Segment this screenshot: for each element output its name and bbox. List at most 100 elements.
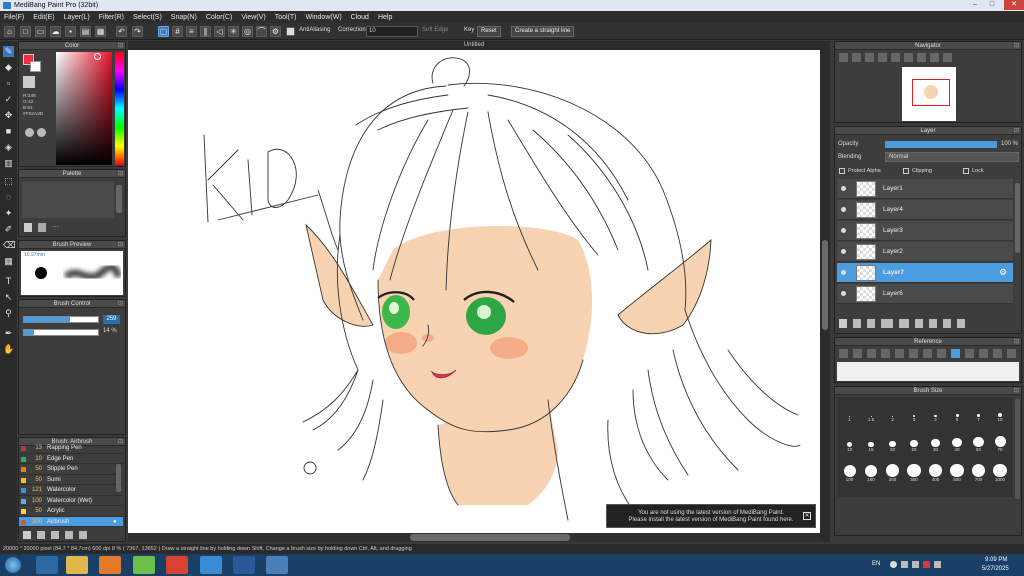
- brush-size-slider[interactable]: [23, 316, 99, 323]
- brush-size-option[interactable]: 20: [883, 433, 902, 452]
- brush-item[interactable]: 10 Edge Pen: [19, 454, 123, 464]
- brush-size-option[interactable]: 1.5: [862, 403, 881, 422]
- tray-icon[interactable]: [901, 561, 908, 568]
- clock-time[interactable]: 9:09 PM: [985, 557, 1007, 563]
- menu-edit[interactable]: Edit(E): [33, 14, 54, 21]
- stripe-icon[interactable]: ≡: [186, 26, 197, 37]
- layer-row-selected[interactable]: Layer7 ⚙: [837, 263, 1013, 283]
- eraser-tool-icon[interactable]: ◆: [3, 62, 14, 73]
- brush-size-option[interactable]: 30: [926, 433, 945, 452]
- menu-window[interactable]: Window(W): [305, 14, 341, 21]
- menu-color[interactable]: Color(C): [206, 14, 232, 21]
- reference-hand-icon[interactable]: [951, 349, 960, 358]
- media-taskbar-icon[interactable]: [99, 556, 121, 574]
- minimize-button[interactable]: –: [968, 0, 982, 10]
- select-tool-icon[interactable]: ✓: [3, 94, 14, 105]
- reference-close-all-icon[interactable]: [979, 349, 988, 358]
- operation-tool-icon[interactable]: ↖: [3, 292, 14, 303]
- brush-opacity-slider[interactable]: [23, 329, 99, 336]
- snap-perspective-icon[interactable]: ◁: [214, 26, 225, 37]
- color-mode-toggle-icon[interactable]: [37, 128, 46, 137]
- brush-size-option[interactable]: 2: [883, 403, 902, 422]
- update-notice[interactable]: You are not using the latest version of …: [606, 504, 816, 528]
- app-taskbar-icon[interactable]: [133, 556, 155, 574]
- brush-size-option[interactable]: 5: [948, 403, 967, 422]
- visibility-icon[interactable]: [841, 228, 846, 233]
- merge-down-icon[interactable]: [929, 319, 937, 328]
- cloud-icon[interactable]: ☁: [50, 26, 61, 37]
- brush-size-option[interactable]: 1000: [991, 463, 1010, 482]
- brush-item[interactable]: 50 Acrylic: [19, 506, 123, 517]
- menu-cloud[interactable]: Cloud: [351, 14, 369, 21]
- color-picker-cursor[interactable]: [94, 53, 101, 60]
- layer-copy-icon[interactable]: [943, 319, 951, 328]
- navigator-thumbnail[interactable]: [902, 67, 956, 121]
- palette-add-icon[interactable]: [24, 223, 32, 232]
- open-icon[interactable]: ▭: [35, 26, 46, 37]
- layer-row[interactable]: Layer4: [837, 200, 1013, 220]
- rotate-right-icon[interactable]: [904, 53, 913, 62]
- medibang-taskbar-icon[interactable]: [266, 556, 288, 574]
- actual-size-icon[interactable]: [878, 53, 887, 62]
- brush-size-option[interactable]: 700: [969, 463, 988, 482]
- brush-size-option[interactable]: 200: [883, 463, 902, 482]
- redo-icon[interactable]: ↷: [132, 26, 143, 37]
- duplicate-layer-icon[interactable]: [915, 319, 923, 328]
- drawing-canvas[interactable]: [128, 50, 820, 533]
- palette-more-icon[interactable]: ⋯: [52, 223, 59, 231]
- brush-delete-icon[interactable]: [79, 531, 87, 539]
- reference-zoom-icon[interactable]: [881, 349, 890, 358]
- vertical-scroll-thumb[interactable]: [822, 240, 828, 330]
- fill-rect-icon[interactable]: ■: [3, 126, 14, 137]
- new-folder-icon[interactable]: [899, 319, 909, 328]
- layer-list-scrollbar[interactable]: [1015, 183, 1020, 253]
- zoom-in-icon[interactable]: [839, 53, 848, 62]
- new-file-icon[interactable]: □: [20, 26, 31, 37]
- eyedropper-icon[interactable]: ⚲: [3, 308, 14, 319]
- lock-checkbox[interactable]: [963, 168, 969, 174]
- zalo-taskbar-icon[interactable]: [200, 556, 222, 574]
- rotate-left-icon[interactable]: [891, 53, 900, 62]
- navigator-settings-icon[interactable]: [943, 53, 952, 62]
- menu-help[interactable]: Help: [378, 14, 392, 21]
- reset-view-icon[interactable]: [930, 53, 939, 62]
- reference-image-icon[interactable]: [853, 349, 862, 358]
- tray-icon[interactable]: [923, 561, 930, 568]
- correction-select[interactable]: 10: [366, 26, 418, 37]
- brush-size-option[interactable]: 4: [926, 403, 945, 422]
- brush-list-scrollbar[interactable]: [116, 464, 121, 492]
- secondary-color-swatch[interactable]: [30, 61, 41, 72]
- menu-view[interactable]: View(V): [241, 14, 265, 21]
- canvas-tab[interactable]: Untitled: [128, 41, 820, 50]
- palette-delete-icon[interactable]: [38, 223, 46, 232]
- snap-circle-icon[interactable]: ◎: [242, 26, 253, 37]
- undo-icon[interactable]: ↶: [116, 26, 127, 37]
- brush-size-option[interactable]: 500: [948, 463, 967, 482]
- layer-opacity-slider[interactable]: [885, 141, 997, 148]
- layer-row[interactable]: Layer3: [837, 221, 1013, 241]
- brush-item[interactable]: 13 Rapping Pen: [19, 443, 123, 454]
- select-eraser-icon[interactable]: ⌫: [3, 240, 16, 251]
- reference-open-icon[interactable]: [839, 349, 848, 358]
- magic-wand-icon[interactable]: ✦: [3, 208, 14, 219]
- brush-size-scrollbar[interactable]: [1015, 399, 1020, 499]
- chrome-taskbar-icon[interactable]: [166, 556, 188, 574]
- save-icon[interactable]: ▪: [65, 26, 76, 37]
- gradient-tool-icon[interactable]: ▥: [3, 158, 14, 169]
- brush-size-option[interactable]: 100: [840, 463, 859, 482]
- word-taskbar-icon[interactable]: [233, 556, 255, 574]
- straight-line-button[interactable]: Create a straight line: [511, 26, 575, 37]
- bucket-tool-icon[interactable]: ◈: [3, 142, 14, 153]
- transparent-color-icon[interactable]: [23, 76, 35, 88]
- brush-size-option[interactable]: 7: [969, 403, 988, 422]
- reference-fit-icon[interactable]: [895, 349, 904, 358]
- visibility-icon[interactable]: [841, 207, 846, 212]
- menu-filter[interactable]: Filter(R): [99, 14, 124, 21]
- reference-pick-icon[interactable]: [937, 349, 946, 358]
- brush-size-option[interactable]: 50: [969, 433, 988, 452]
- start-button-icon[interactable]: [5, 557, 21, 573]
- lasso-tool-icon[interactable]: ◌: [3, 192, 14, 203]
- snap-parallel-icon[interactable]: ∥: [200, 26, 211, 37]
- rect-select-icon[interactable]: ⬚: [3, 176, 14, 187]
- brush-size-option[interactable]: 3: [905, 403, 924, 422]
